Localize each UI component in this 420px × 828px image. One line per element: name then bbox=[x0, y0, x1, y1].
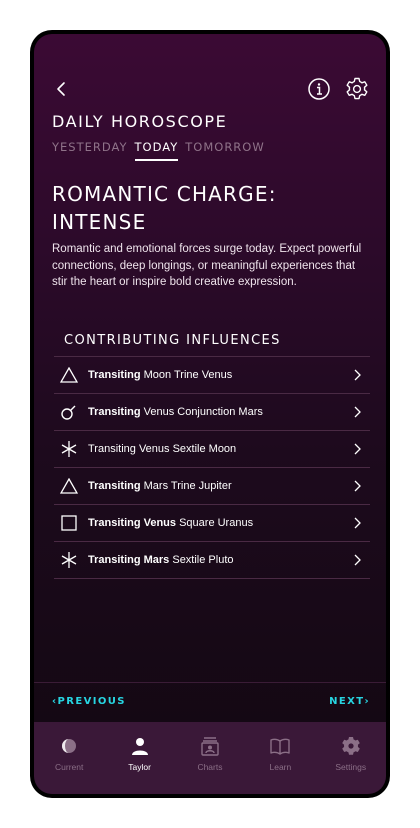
influences-list: Transiting Moon Trine Venus Transiting V… bbox=[54, 356, 370, 579]
tab-today[interactable]: TODAY bbox=[134, 140, 179, 161]
person-icon bbox=[131, 738, 148, 755]
gear-icon bbox=[341, 737, 360, 755]
nav-item-charts[interactable]: Charts bbox=[180, 736, 240, 772]
phone-frame: DAILY HOROSCOPE YESTERDAY TODAY TOMORROW… bbox=[30, 30, 390, 798]
chevron-right-icon bbox=[354, 480, 361, 492]
influence-row[interactable]: Transiting Venus Sextile Moon bbox=[54, 431, 370, 468]
influence-row[interactable]: Transiting Moon Trine Venus bbox=[54, 357, 370, 394]
day-tabs: YESTERDAY TODAY TOMORROW bbox=[52, 140, 265, 161]
influence-row[interactable]: Transiting Mars Trine Jupiter bbox=[54, 468, 370, 505]
horoscope-description: Romantic and emotional forces surge toda… bbox=[52, 243, 362, 288]
influence-label: Transiting Venus Conjunction Mars bbox=[88, 406, 263, 418]
top-bar bbox=[34, 76, 386, 106]
section-title: CONTRIBUTING INFLUENCES bbox=[64, 333, 281, 348]
nav-label: Current bbox=[55, 762, 84, 772]
influence-label: Transiting Venus Sextile Moon bbox=[88, 443, 237, 455]
nav-item-current[interactable]: Current bbox=[39, 736, 99, 772]
sextile-icon bbox=[60, 551, 78, 569]
book-icon bbox=[270, 738, 291, 755]
influence-label: Transiting Mars Sextile Pluto bbox=[88, 554, 234, 566]
trine-icon bbox=[60, 477, 78, 495]
pager: ‹PREVIOUS NEXT› bbox=[34, 682, 386, 708]
tab-tomorrow[interactable]: TOMORROW bbox=[185, 140, 264, 161]
conjunction-icon bbox=[60, 403, 78, 421]
info-icon[interactable] bbox=[306, 76, 332, 102]
chevron-right-icon bbox=[354, 443, 361, 455]
sextile-icon bbox=[60, 440, 78, 458]
influence-label: Transiting Mars Trine Jupiter bbox=[88, 480, 232, 492]
page-title: DAILY HOROSCOPE bbox=[52, 112, 228, 131]
next-button[interactable]: NEXT› bbox=[329, 696, 370, 707]
previous-button[interactable]: ‹PREVIOUS bbox=[52, 696, 126, 707]
nav-item-taylor[interactable]: Taylor bbox=[110, 736, 170, 772]
square-icon bbox=[60, 514, 78, 532]
influence-row[interactable]: Transiting Mars Sextile Pluto bbox=[54, 542, 370, 579]
influence-row[interactable]: Transiting Venus Square Uranus bbox=[54, 505, 370, 542]
back-chevron-icon[interactable] bbox=[52, 76, 72, 102]
influence-row[interactable]: Transiting Venus Conjunction Mars bbox=[54, 394, 370, 431]
charts-icon bbox=[201, 737, 219, 756]
nav-item-settings[interactable]: Settings bbox=[321, 736, 381, 772]
chevron-right-icon bbox=[354, 517, 361, 529]
chevron-right-icon bbox=[354, 406, 361, 418]
moon-phase-icon bbox=[62, 739, 77, 753]
nav-label: Settings bbox=[335, 762, 367, 772]
app-screen: DAILY HOROSCOPE YESTERDAY TODAY TOMORROW… bbox=[34, 34, 386, 794]
nav-item-learn[interactable]: Learn bbox=[250, 736, 310, 772]
horoscope-headline: ROMANTIC CHARGE: INTENSE bbox=[52, 182, 277, 234]
chevron-right-icon bbox=[354, 554, 361, 566]
settings-gear-icon[interactable] bbox=[344, 76, 370, 102]
nav-label: Charts bbox=[197, 762, 223, 772]
bottom-nav: Current Taylor Charts Learn Settings bbox=[34, 722, 386, 794]
chevron-right-icon bbox=[354, 369, 361, 381]
influence-label: Transiting Moon Trine Venus bbox=[88, 369, 233, 381]
nav-label: Taylor bbox=[128, 762, 151, 772]
tab-yesterday[interactable]: YESTERDAY bbox=[52, 140, 128, 161]
influence-label: Transiting Venus Square Uranus bbox=[88, 517, 254, 529]
nav-label: Learn bbox=[269, 762, 292, 772]
trine-icon bbox=[60, 366, 78, 384]
